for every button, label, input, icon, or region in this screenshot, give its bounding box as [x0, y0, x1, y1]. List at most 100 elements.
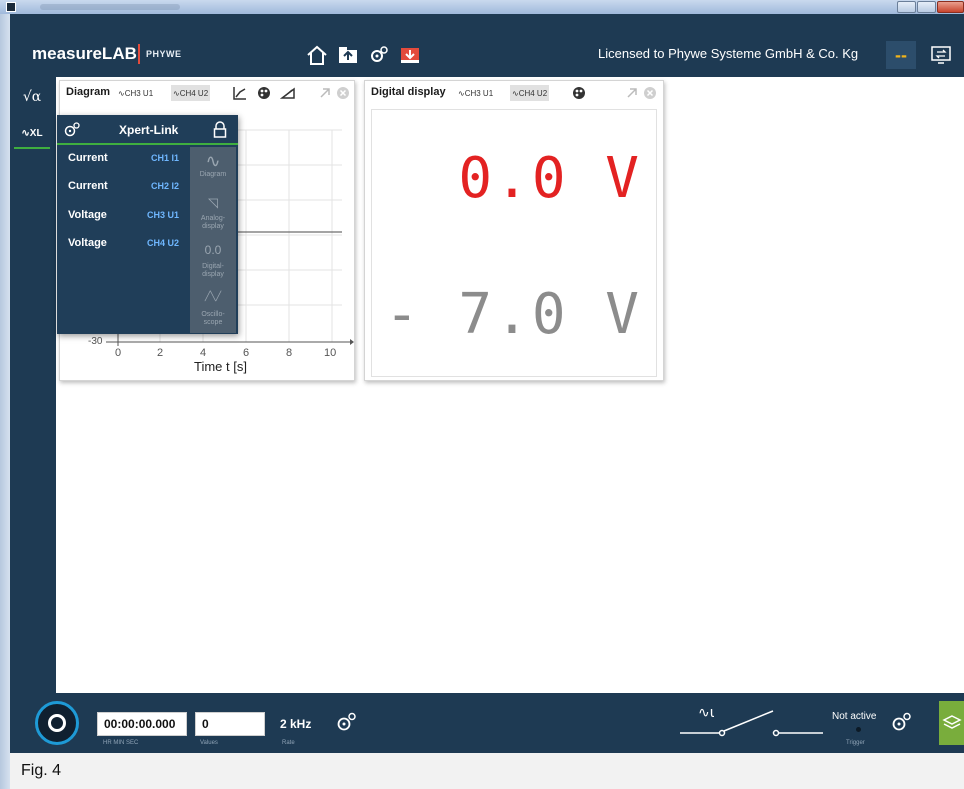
sidebar-item-formula[interactable]: √α — [14, 82, 50, 112]
x-tick-label: 10 — [324, 347, 336, 359]
channel-chip-ch3[interactable]: ∿ CH3 U1 — [116, 85, 155, 101]
xpert-link-panel: Xpert-Link Current CH1 I1 Current CH2 I2… — [57, 115, 238, 334]
view-digital-display-button[interactable]: 0.0 Digital-display — [190, 239, 236, 285]
channel-chip-label: CH3 U1 — [124, 88, 154, 98]
view-analog-display-button[interactable]: ◹ Analog-display — [190, 191, 236, 237]
x-tick-label: 8 — [286, 347, 292, 359]
view-type-column: ∿ Diagram ◹ Analog-display 0.0 Digital-d… — [190, 147, 236, 333]
channel-type: Voltage — [68, 237, 107, 249]
x-tick-label: 2 — [157, 347, 163, 359]
x-tick-label: 4 — [200, 347, 206, 359]
trigger-signal-icon: ∿ι — [698, 705, 715, 721]
sidebar-item-xpert-link[interactable]: ∿XL — [14, 119, 50, 149]
trigger-indicator — [856, 727, 861, 732]
brand-logo: measureLAB — [32, 44, 137, 63]
color-palette-icon[interactable] — [570, 84, 588, 102]
caption-bar: Fig. 4 — [10, 753, 964, 789]
y-tick-label: -30 — [88, 336, 103, 347]
xpert-link-title: Xpert-Link — [119, 123, 179, 137]
record-start-button[interactable] — [35, 701, 79, 745]
time-field: 00:00:00.000 — [97, 712, 187, 736]
x-tick-label: 0 — [115, 347, 121, 359]
xpert-settings-gear-icon[interactable] — [63, 121, 81, 144]
app-window-icon — [6, 2, 16, 12]
layers-icon — [941, 715, 962, 729]
view-oscilloscope-button[interactable]: ╱╲╱ Oscillo-scope — [190, 287, 236, 333]
open-folder-icon[interactable] — [336, 43, 360, 67]
trigger-settings-gear-icon[interactable] — [890, 711, 914, 738]
trigger-switch-graphic: ∿ι — [680, 705, 823, 737]
xpert-link-icon: ∿XL — [21, 127, 43, 139]
channel-chip-label: CH4 U2 — [179, 88, 209, 98]
close-window-icon[interactable] — [641, 84, 659, 102]
channel-chip-ch4[interactable]: ∿ CH4 U2 — [171, 85, 211, 101]
channel-id: CH2 I2 — [150, 181, 179, 191]
measurement-bottom-bar: 00:00:00.000 HR MIN SEC 0 Values 2 kHz R… — [10, 693, 964, 753]
rate-settings-gear-icon[interactable] — [335, 711, 359, 738]
expand-icon[interactable] — [623, 84, 641, 102]
window-close-button[interactable] — [937, 1, 964, 13]
license-text: Licensed to Phywe Systeme GmbH & Co. Kg — [598, 46, 859, 61]
digital-value-primary: 0.0 V — [458, 146, 642, 211]
window-maximize-button[interactable] — [917, 1, 936, 13]
channel-chip-label: CH3 U1 — [464, 88, 494, 98]
digital-display-view-icon: 0.0 — [204, 243, 222, 257]
trigger-sublabel: Trigger — [846, 740, 865, 746]
x-tick-label: 6 — [243, 347, 249, 359]
channel-chip-ch3[interactable]: ∿ CH3 U1 — [456, 85, 495, 101]
window-minimize-button[interactable] — [897, 1, 916, 13]
trigger-status: Not active — [832, 711, 877, 722]
view-label: Analog-display — [200, 215, 226, 230]
digital-window-title: Digital display — [371, 86, 446, 98]
values-count-field: 0 — [195, 712, 265, 736]
xpert-channel-row[interactable]: Voltage CH3 U1 — [57, 202, 189, 230]
status-dash-button[interactable]: -- — [886, 41, 916, 69]
values-sublabel: Values — [200, 740, 218, 746]
figure-caption: Fig. 4 — [21, 762, 62, 779]
plot-x-axis-arrow — [350, 339, 354, 345]
home-icon[interactable] — [305, 43, 329, 67]
view-diagram-button[interactable]: ∿ Diagram — [190, 147, 236, 193]
view-label: Diagram — [199, 171, 227, 178]
axis-settings-icon[interactable] — [231, 84, 249, 102]
layers-panel-button[interactable] — [939, 701, 964, 745]
screen-switch-icon[interactable] — [925, 41, 957, 69]
time-field-sublabel: HR MIN SEC — [103, 740, 139, 746]
channel-type: Current — [68, 180, 108, 192]
channel-type: Current — [68, 152, 108, 164]
settings-gears-icon[interactable] — [367, 43, 391, 67]
close-window-icon[interactable] — [334, 84, 352, 102]
save-download-icon[interactable] — [398, 43, 422, 67]
formula-icon: √α — [22, 89, 42, 105]
measure-tool-icon[interactable] — [279, 84, 297, 102]
channel-type: Voltage — [68, 209, 107, 221]
xpert-link-label: XL — [29, 127, 43, 139]
lock-icon[interactable] — [213, 121, 227, 144]
sample-rate: 2 kHz — [280, 717, 312, 731]
os-titlebar — [0, 0, 964, 14]
channel-chip-ch4[interactable]: ∿ CH4 U2 — [510, 85, 550, 101]
xpert-link-header: Xpert-Link — [57, 115, 238, 145]
xpert-channel-row[interactable]: Current CH1 I1 — [57, 145, 189, 173]
app-header: measureLAB PHYWE Licensed to Phywe Syste… — [10, 14, 964, 77]
color-palette-icon[interactable] — [255, 84, 273, 102]
screenshot-root: measureLAB PHYWE Licensed to Phywe Syste… — [0, 0, 964, 789]
brand-separator — [138, 44, 140, 64]
left-sidebar: √α ∿XL — [10, 77, 56, 693]
expand-icon[interactable] — [316, 84, 334, 102]
channel-chip-label: CH4 U2 — [518, 88, 548, 98]
xpert-channel-row[interactable]: Voltage CH4 U2 — [57, 230, 189, 258]
window-frame-left — [0, 14, 10, 789]
diagram-window-title: Diagram — [66, 86, 111, 98]
status-dash-label: -- — [895, 44, 907, 65]
channel-id: CH4 U2 — [146, 238, 179, 248]
analog-display-view-icon: ◹ — [208, 195, 218, 210]
xpert-channel-row[interactable]: Current CH2 I2 — [57, 173, 189, 201]
blurred-window-title — [40, 4, 180, 10]
brand-sub-logo: PHYWE — [146, 49, 182, 59]
view-label: Oscillo-scope — [201, 311, 225, 326]
channel-id: CH1 I1 — [150, 153, 179, 163]
x-axis-label: Time t [s] — [194, 359, 247, 374]
diagram-view-icon: ∿ — [205, 151, 221, 171]
channel-id: CH3 U1 — [146, 210, 179, 220]
